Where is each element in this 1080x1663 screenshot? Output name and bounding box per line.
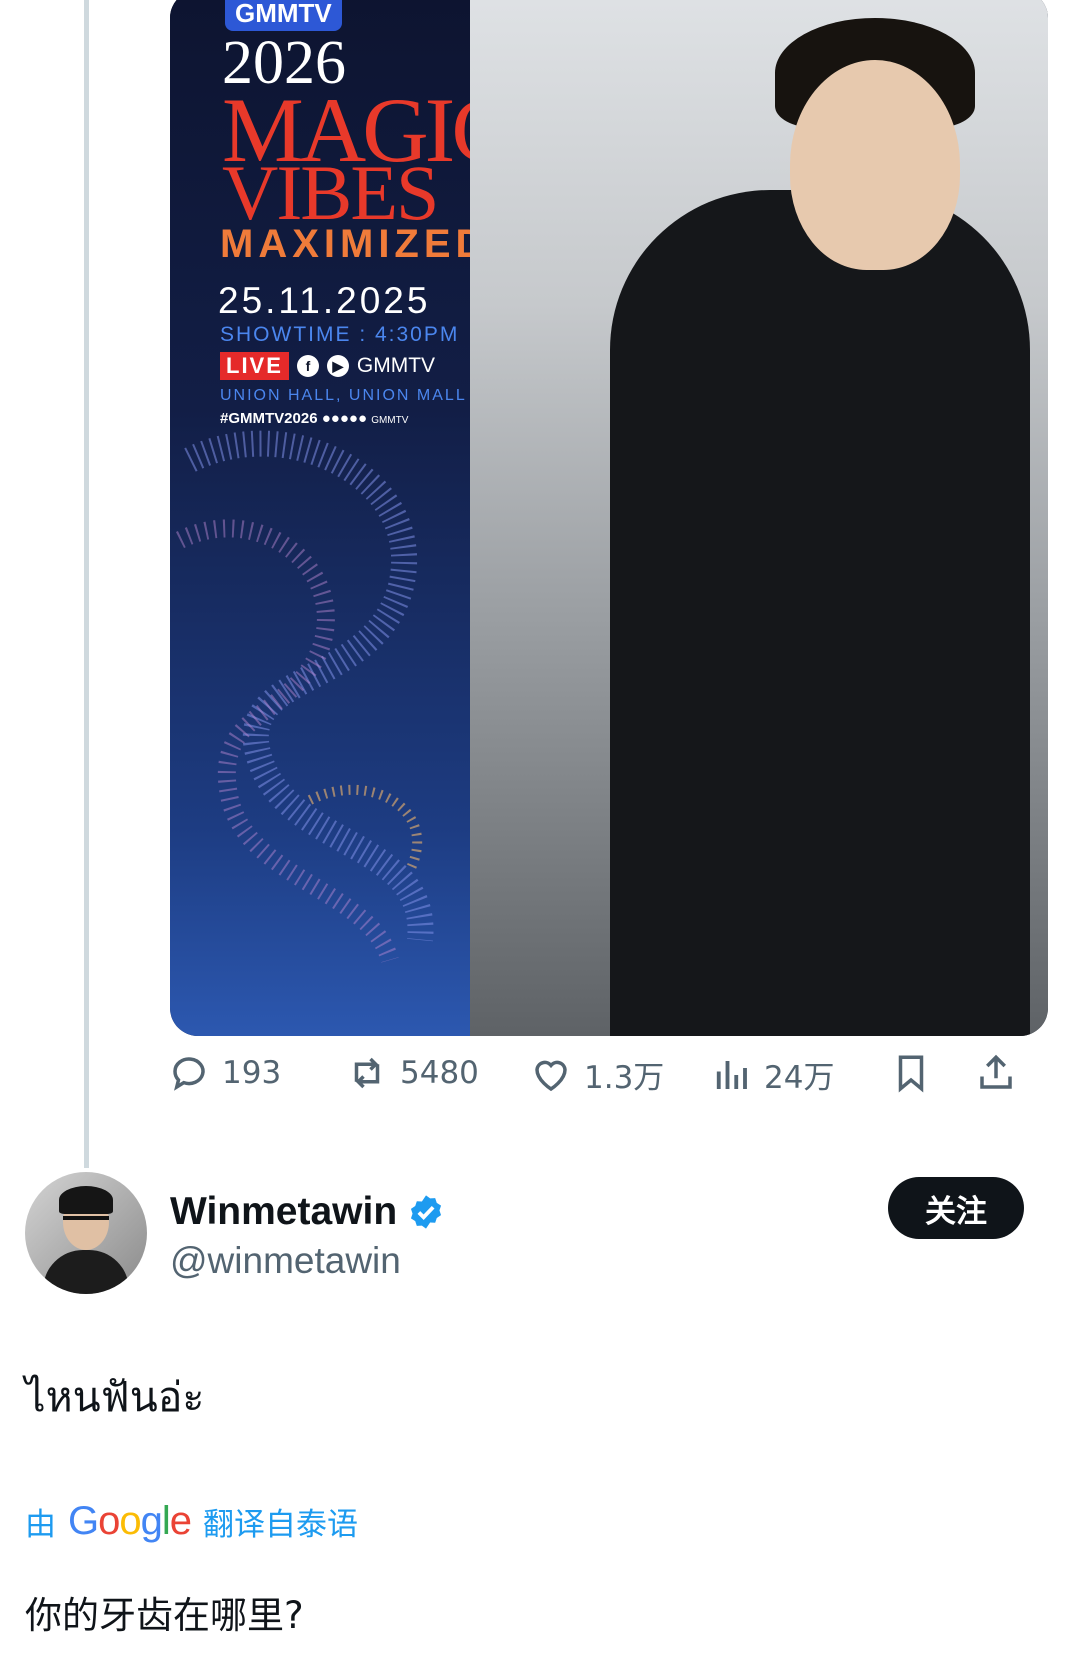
photo-background bbox=[470, 0, 1048, 1036]
repost-button[interactable]: 5480 bbox=[346, 1052, 479, 1094]
reply-button[interactable]: 193 bbox=[168, 1052, 281, 1094]
google-logo: Google bbox=[68, 1499, 192, 1543]
avatar-glasses bbox=[63, 1216, 109, 1230]
translate-prefix: 由 bbox=[25, 1507, 56, 1543]
poster-live-row: LIVE f ▶ GMMTV bbox=[220, 352, 435, 380]
reply-author-name[interactable]: Winmetawin bbox=[170, 1190, 445, 1234]
bookmark-button[interactable] bbox=[890, 1052, 932, 1094]
poster-venue: UNION HALL, UNION MALL bbox=[220, 387, 467, 404]
analytics-icon bbox=[716, 1060, 747, 1089]
translate-suffix: 翻译自泰语 bbox=[203, 1507, 359, 1543]
tweet-action-bar: 193 5480 1.3万 24万 bbox=[0, 1052, 1080, 1112]
view-count: 24万 bbox=[764, 1060, 835, 1096]
particle-swirl-graphic bbox=[175, 430, 434, 964]
repost-icon bbox=[354, 1057, 380, 1089]
repost-count: 5480 bbox=[400, 1055, 479, 1091]
facebook-icon: f bbox=[296, 355, 319, 377]
thread-connector-line bbox=[84, 0, 89, 1168]
avatar-suit bbox=[43, 1250, 129, 1294]
avatar-hair bbox=[59, 1186, 113, 1214]
heart-icon bbox=[535, 1060, 567, 1091]
youtube-icon: ▶ bbox=[326, 355, 349, 377]
gmmtv-logo: GMMTV bbox=[225, 0, 342, 31]
share-button[interactable] bbox=[975, 1052, 1017, 1094]
translated-text: 你的牙齿在哪里? bbox=[25, 1594, 304, 1637]
event-poster: GMMTV 2026 MAGIC VIBES MAXIMIZED 25.11.2… bbox=[170, 0, 513, 1036]
reply-author-handle[interactable]: @winmetawin bbox=[170, 1240, 401, 1282]
share-icon bbox=[980, 1054, 1012, 1089]
follow-button[interactable]: 关注 bbox=[888, 1177, 1024, 1239]
reply-icon bbox=[173, 1057, 205, 1091]
like-count: 1.3万 bbox=[584, 1060, 665, 1096]
bookmark-icon bbox=[898, 1055, 924, 1093]
avatar[interactable] bbox=[25, 1172, 147, 1294]
tweet-media-image[interactable]: GMMTV 2026 MAGIC VIBES MAXIMIZED 25.11.2… bbox=[170, 0, 1048, 1036]
like-button[interactable]: 1.3万 bbox=[530, 1052, 664, 1097]
views-button[interactable]: 24万 bbox=[710, 1052, 834, 1097]
poster-date: 25.11.2025 bbox=[218, 280, 431, 321]
poster-title-maximized: MAXIMIZED bbox=[220, 222, 490, 266]
person-face bbox=[790, 60, 960, 270]
poster-showtime: SHOWTIME : 4:30PM bbox=[220, 323, 460, 346]
person-jacket bbox=[610, 190, 1030, 1036]
poster-channel: GMMTV bbox=[356, 354, 436, 377]
reply-text: ไหนฟันอ่ะ bbox=[25, 1373, 205, 1421]
live-badge: LIVE bbox=[220, 352, 289, 380]
poster-title-vibes: VIBES bbox=[222, 149, 439, 236]
verified-badge-icon bbox=[411, 1195, 442, 1229]
reply-count: 193 bbox=[222, 1055, 282, 1091]
translation-attribution[interactable]: 由 Google 翻译自泰语 bbox=[25, 1499, 358, 1544]
display-name[interactable]: Winmetawin bbox=[170, 1190, 397, 1234]
